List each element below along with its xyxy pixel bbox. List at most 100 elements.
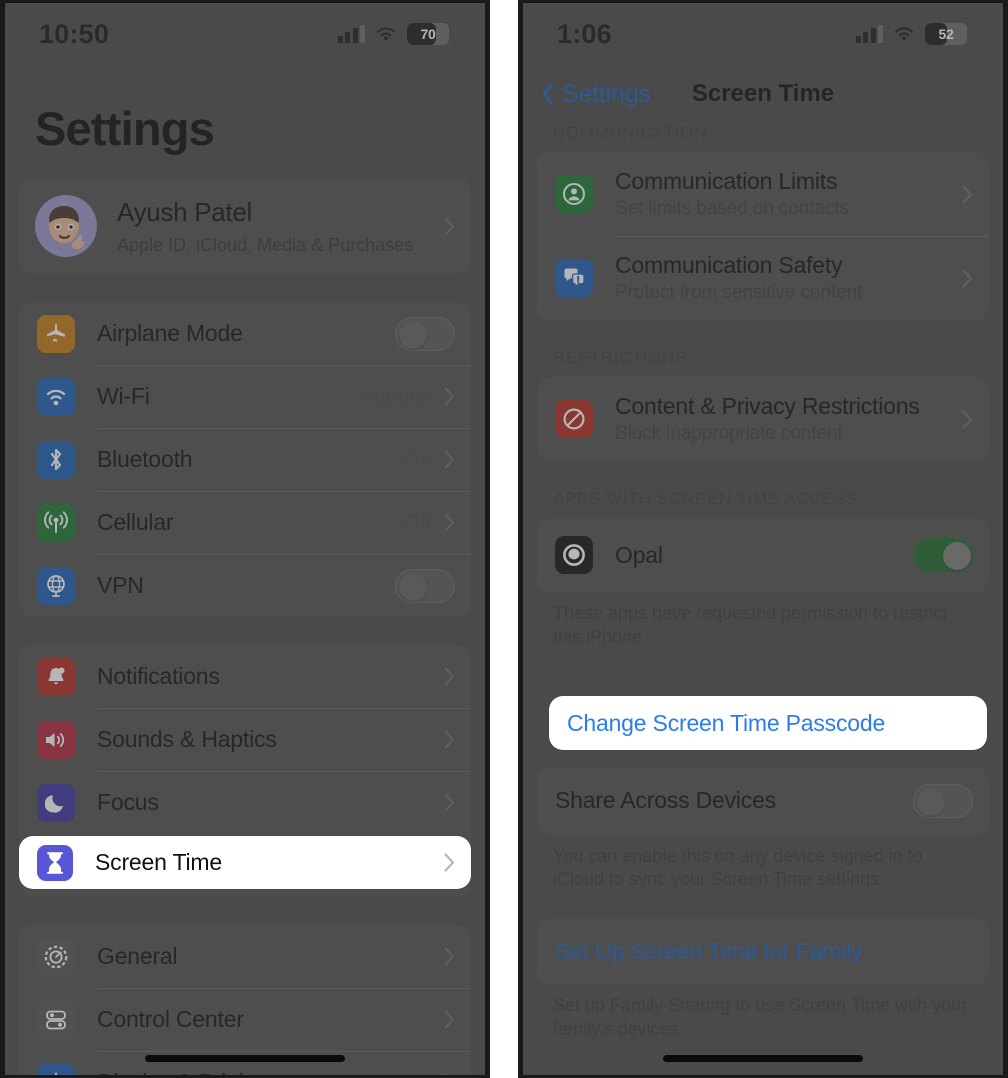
cellular-icon bbox=[37, 503, 75, 542]
vpn-globe-icon bbox=[37, 566, 75, 605]
wifi-status-icon bbox=[892, 25, 916, 43]
share-across-devices-toggle[interactable] bbox=[913, 783, 973, 818]
screen-time-label: Screen Time bbox=[95, 849, 222, 875]
chevron-right-icon bbox=[444, 947, 455, 966]
sidebar-item-notifications[interactable]: Notifications bbox=[19, 645, 471, 708]
chevron-right-icon bbox=[444, 1010, 455, 1029]
row-texts: Communication Safety Protect from sensit… bbox=[615, 252, 962, 304]
cellular-state-value: Off bbox=[403, 509, 432, 535]
sidebar-item-control-center[interactable]: Control Center bbox=[19, 988, 471, 1051]
control-center-icon bbox=[37, 1000, 75, 1039]
opal-toggle[interactable] bbox=[913, 538, 973, 572]
sidebar-item-wifi[interactable]: Wi-Fi Starlink bbox=[19, 365, 471, 428]
setup-family-label: Set Up Screen Time for Family bbox=[555, 937, 863, 964]
apps-access-group: Opal bbox=[537, 518, 989, 592]
row-subtitle: Block inappropriate content bbox=[615, 423, 843, 444]
section-header-communication: COMMUNICATION bbox=[553, 123, 707, 142]
row-label: Airplane Mode bbox=[97, 320, 243, 346]
row-label: VPN bbox=[97, 572, 144, 598]
row-title: Content & Privacy Restrictions bbox=[615, 393, 920, 419]
family-group: Set Up Screen Time for Family bbox=[537, 918, 989, 984]
back-label: Settings bbox=[562, 79, 651, 108]
chevron-right-icon bbox=[444, 513, 455, 532]
row-label: Bluetooth bbox=[97, 446, 193, 472]
back-button[interactable]: Settings bbox=[541, 80, 651, 109]
row-subtitle: Set limits based on contacts bbox=[615, 198, 849, 219]
sidebar-item-sounds-haptics[interactable]: Sounds & Haptics bbox=[19, 708, 471, 771]
chevron-right-icon bbox=[962, 268, 973, 288]
row-label: Focus bbox=[97, 789, 159, 815]
chevron-right-icon bbox=[444, 667, 455, 686]
row-label: Notifications bbox=[97, 663, 220, 689]
moon-icon bbox=[37, 783, 75, 822]
avatar bbox=[35, 195, 97, 257]
row-texts: Content & Privacy Restrictions Block ina… bbox=[615, 393, 962, 445]
sidebar-item-airplane-mode[interactable]: Airplane Mode bbox=[19, 302, 471, 365]
chevron-left-icon bbox=[541, 82, 555, 106]
vpn-toggle[interactable] bbox=[395, 568, 455, 603]
bell-icon bbox=[37, 657, 75, 696]
row-texts: Communication Limits Set limits based on… bbox=[615, 168, 962, 220]
row-setup-family[interactable]: Set Up Screen Time for Family bbox=[537, 918, 989, 984]
row-content-privacy-restrictions[interactable]: Content & Privacy Restrictions Block ina… bbox=[537, 377, 989, 461]
row-title: Communication Limits bbox=[615, 168, 838, 194]
wifi-icon bbox=[37, 377, 75, 416]
sidebar-item-focus[interactable]: Focus bbox=[19, 771, 471, 834]
right-dim-layer: 1:06 52 Settings Screen Time COMMUNICATI… bbox=[523, 3, 1003, 1042]
bluetooth-icon bbox=[37, 440, 75, 479]
battery-percent-label: 70 bbox=[420, 26, 436, 42]
no-entry-icon bbox=[555, 400, 593, 438]
speaker-icon bbox=[37, 720, 75, 759]
apple-id-row[interactable]: Ayush Patel Apple ID, iCloud, Media & Pu… bbox=[19, 178, 471, 274]
connectivity-group: Airplane Mode Wi-Fi Starlink Bluetooth O… bbox=[19, 302, 471, 617]
row-communication-safety[interactable]: Communication Safety Protect from sensit… bbox=[537, 236, 989, 320]
sidebar-item-bluetooth[interactable]: Bluetooth On bbox=[19, 428, 471, 491]
airplane-mode-toggle[interactable] bbox=[395, 316, 455, 351]
row-title: Communication Safety bbox=[615, 252, 843, 278]
contact-limits-icon bbox=[555, 175, 593, 213]
row-subtitle: Protect from sensitive content bbox=[615, 282, 863, 303]
status-clock: 10:50 bbox=[39, 18, 110, 49]
section-header-restrictions: RESTRICTIONS bbox=[553, 348, 687, 367]
chevron-right-icon bbox=[444, 1073, 455, 1075]
row-opal[interactable]: Opal bbox=[537, 518, 989, 592]
restrictions-group: Content & Privacy Restrictions Block ina… bbox=[537, 377, 989, 461]
row-communication-limits[interactable]: Communication Limits Set limits based on… bbox=[537, 152, 989, 236]
chevron-right-icon bbox=[444, 853, 455, 872]
page-title: Settings bbox=[35, 102, 215, 155]
row-label: General bbox=[97, 943, 178, 969]
account-subtitle: Apple ID, iCloud, Media & Purchases bbox=[117, 234, 414, 255]
sidebar-item-vpn[interactable]: VPN bbox=[19, 554, 471, 617]
left-phone-screen: 10:50 70 Settings Ayush Patel Apple ID, … bbox=[0, 0, 490, 1078]
account-texts: Ayush Patel Apple ID, iCloud, Media & Pu… bbox=[117, 197, 444, 256]
status-clock: 1:06 bbox=[557, 18, 612, 49]
right-phone-screen: 1:06 52 Settings Screen Time COMMUNICATI… bbox=[518, 0, 1008, 1078]
opal-app-icon bbox=[555, 536, 593, 574]
gear-icon bbox=[37, 937, 75, 976]
share-across-devices-group: Share Across Devices bbox=[537, 766, 989, 835]
row-change-screen-time-passcode[interactable]: Change Screen Time Passcode bbox=[549, 696, 987, 750]
family-footnote: Set up Family Sharing to use Screen Time… bbox=[553, 995, 968, 1039]
status-icons: 70 bbox=[337, 23, 449, 45]
sidebar-item-general[interactable]: General bbox=[19, 925, 471, 988]
row-label: Cellular bbox=[97, 509, 174, 535]
hourglass-icon bbox=[37, 844, 73, 881]
panel-gap bbox=[504, 0, 518, 1078]
sidebar-item-cellular[interactable]: Cellular Off bbox=[19, 491, 471, 554]
apps-access-footnote: These apps have requested permission to … bbox=[553, 603, 948, 647]
share-across-devices-label: Share Across Devices bbox=[555, 787, 776, 813]
bluetooth-state-value: On bbox=[402, 446, 432, 472]
status-icons: 52 bbox=[855, 23, 967, 45]
chevron-right-icon bbox=[444, 450, 455, 469]
brightness-icon bbox=[37, 1063, 75, 1075]
account-group: Ayush Patel Apple ID, iCloud, Media & Pu… bbox=[19, 178, 471, 274]
home-indicator bbox=[145, 1055, 345, 1062]
row-share-across-devices[interactable]: Share Across Devices bbox=[537, 767, 989, 835]
sidebar-item-screen-time[interactable]: Screen Time bbox=[19, 836, 471, 889]
home-indicator bbox=[663, 1055, 863, 1062]
account-name: Ayush Patel bbox=[117, 196, 252, 227]
battery-status-icon: 52 bbox=[925, 23, 967, 45]
chevron-right-icon bbox=[962, 184, 973, 204]
opal-label: Opal bbox=[615, 541, 663, 568]
screenshot-stage: 10:50 70 Settings Ayush Patel Apple ID, … bbox=[0, 0, 1008, 1078]
